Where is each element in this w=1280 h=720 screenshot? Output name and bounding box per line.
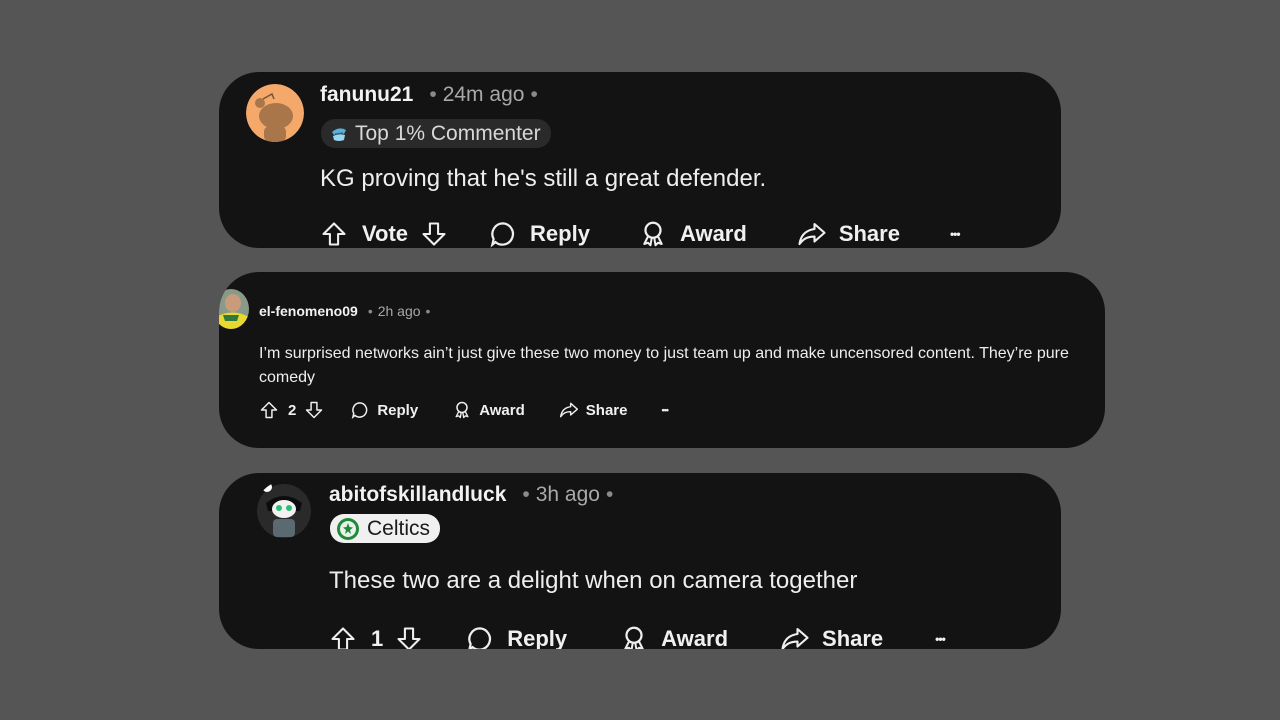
upvote-icon (260, 401, 278, 419)
share-label: Share (822, 626, 884, 649)
comment-bubble-icon (490, 222, 515, 248)
upvote-button[interactable] (329, 625, 357, 649)
vote-count: 2 (288, 401, 297, 419)
avatar[interactable] (256, 481, 312, 539)
username[interactable]: abitofskillandluck (329, 483, 506, 507)
separator-dot: • (605, 483, 614, 506)
share-icon (559, 402, 578, 418)
separator-dot: • (429, 83, 437, 106)
flair-label: Celtics (367, 516, 431, 540)
comment-card: abitofskillandluck • 3h ago • Celtics Th… (219, 473, 1061, 649)
share-icon (798, 222, 826, 246)
reply-label: Reply (507, 626, 568, 649)
reply-button[interactable]: Reply (488, 219, 590, 248)
comment-actions: 1 Reply Award Share ••• (329, 624, 946, 649)
timestamp[interactable]: 24m ago (443, 83, 525, 107)
separator-dot: • (522, 483, 530, 506)
award-icon (624, 626, 644, 649)
comment-body: I’m surprised networks ain’t just give t… (259, 345, 1069, 386)
share-button[interactable]: Share (780, 624, 883, 649)
snoo-avatar-icon (257, 482, 311, 538)
award-icon (455, 401, 469, 419)
reply-button[interactable]: Reply (350, 400, 418, 420)
username[interactable]: fanunu21 (320, 83, 413, 107)
comment-body: KG proving that he's still a great defen… (320, 165, 767, 192)
share-icon (781, 627, 809, 649)
comment-bubble-icon (468, 627, 492, 649)
top-commenter-icon (332, 127, 346, 141)
upvote-icon (331, 627, 355, 649)
comment-bubble-icon (352, 402, 368, 419)
award-label: Award (661, 626, 729, 649)
upvote-button[interactable] (259, 400, 279, 420)
downvote-button[interactable] (304, 400, 324, 420)
comment-card: fanunu21 • 24m ago • Top 1% Commenter KG… (219, 72, 1061, 248)
user-flair: Top 1% Commenter (321, 119, 551, 148)
share-button[interactable]: Share (559, 400, 628, 420)
user-flair: Celtics (330, 514, 441, 543)
award-icon (643, 221, 663, 247)
avatar[interactable] (246, 84, 304, 142)
upvote-button[interactable] (320, 220, 348, 248)
downvote-icon (397, 627, 421, 649)
share-button[interactable]: Share (797, 219, 900, 248)
vote-count: 1 (371, 626, 384, 649)
downvote-icon (306, 401, 323, 419)
user-photo-avatar-icon (219, 289, 249, 329)
vote-label: Vote (362, 221, 409, 246)
award-label: Award (479, 401, 525, 419)
reply-label: Reply (530, 221, 590, 246)
more-options-button[interactable]: ••• (661, 405, 669, 415)
comment-meta: el-fenomeno09 • 2h ago • (259, 303, 430, 319)
comment-meta: fanunu21 • 24m ago • (320, 83, 538, 107)
separator-dot: • (425, 303, 431, 319)
timestamp[interactable]: 3h ago (536, 483, 600, 507)
separator-dot: • (530, 83, 538, 106)
avatar[interactable] (219, 289, 249, 329)
downvote-button[interactable] (420, 220, 448, 248)
flair-label: Top 1% Commenter (355, 121, 541, 145)
comment-actions: Vote Reply Award Share ••• (320, 219, 961, 248)
award-label: Award (679, 221, 747, 246)
separator-dot: • (367, 303, 373, 319)
comment-actions: 2 Reply Award Share ••• (259, 400, 669, 420)
timestamp[interactable]: 2h ago (378, 303, 421, 319)
upvote-icon (322, 222, 346, 246)
share-label: Share (585, 401, 628, 419)
more-options-button[interactable]: ••• (935, 632, 946, 646)
more-options-button[interactable]: ••• (950, 227, 961, 241)
comment-body: These two are a delight when on camera t… (329, 567, 858, 594)
award-button[interactable]: Award (638, 219, 747, 248)
award-button[interactable]: Award (619, 624, 728, 649)
comment-card: el-fenomeno09 • 2h ago • I’m surprised n… (219, 272, 1105, 448)
reply-label: Reply (377, 401, 419, 419)
username[interactable]: el-fenomeno09 (259, 303, 358, 319)
downvote-button[interactable] (395, 625, 423, 649)
share-label: Share (838, 221, 900, 246)
comment-meta: abitofskillandluck • 3h ago • (329, 483, 613, 507)
award-button[interactable]: Award (452, 400, 525, 420)
downvote-icon (422, 222, 446, 246)
snoo-avatar-icon (246, 84, 304, 142)
reply-button[interactable]: Reply (465, 624, 567, 649)
celtics-logo-icon (337, 517, 359, 540)
